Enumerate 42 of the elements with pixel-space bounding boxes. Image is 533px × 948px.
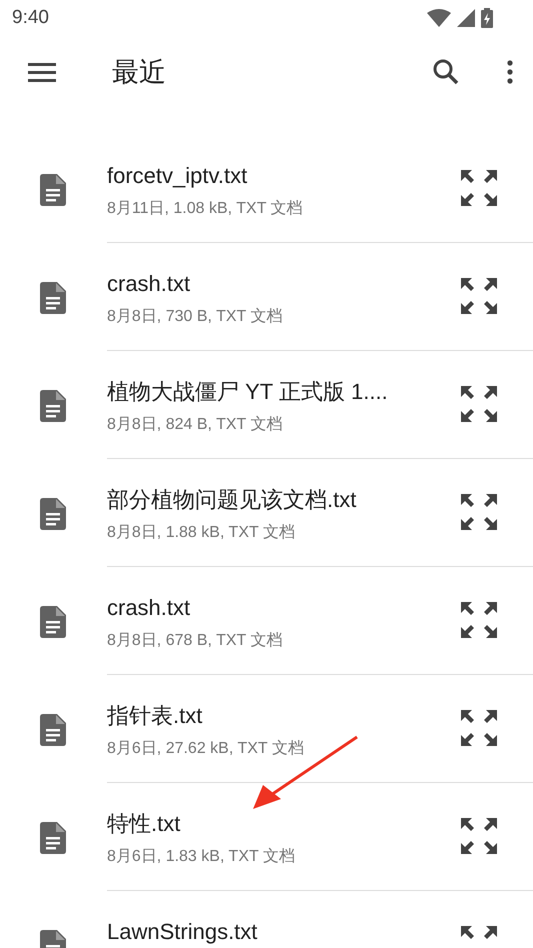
expand-button[interactable] [461, 710, 497, 746]
expand-button[interactable] [461, 494, 497, 530]
file-name: crash.txt [107, 594, 190, 622]
file-name: 指针表.txt [107, 702, 202, 730]
file-row[interactable]: forcetv_iptv.txt 8月11日, 1.08 kB, TXT 文档 [0, 134, 533, 242]
document-icon [40, 390, 66, 422]
status-time: 9:40 [12, 7, 49, 29]
file-name: 部分植物问题见该文档.txt [107, 486, 356, 514]
file-details: 8月6日, 1.83 kB, TXT 文档 [107, 846, 295, 867]
file-row[interactable]: 指针表.txt 8月6日, 27.62 kB, TXT 文档 [0, 674, 533, 782]
document-icon [40, 822, 66, 854]
file-details: 8月8日, 678 B, TXT 文档 [107, 630, 282, 651]
expand-button[interactable] [461, 278, 497, 314]
expand-button[interactable] [461, 170, 497, 206]
file-details: 8月8日, 730 B, TXT 文档 [107, 306, 282, 327]
file-details: 8月8日, 824 B, TXT 文档 [107, 414, 282, 435]
file-row[interactable]: 部分植物问题见该文档.txt 8月8日, 1.88 kB, TXT 文档 [0, 458, 533, 566]
file-name: crash.txt [107, 270, 190, 298]
file-row[interactable]: crash.txt 8月8日, 730 B, TXT 文档 [0, 242, 533, 350]
expand-button[interactable] [461, 386, 497, 422]
file-row[interactable]: crash.txt 8月8日, 678 B, TXT 文档 [0, 566, 533, 674]
battery-charging-icon [481, 8, 493, 28]
document-icon [40, 606, 66, 638]
file-name: 植物大战僵尸 YT 正式版 1.... [107, 378, 388, 406]
file-name: LawnStrings.txt [107, 918, 258, 946]
file-name: 特性.txt [107, 810, 180, 838]
wifi-icon [427, 9, 451, 27]
expand-button[interactable] [461, 602, 497, 638]
expand-button[interactable] [461, 818, 497, 854]
signal-icon [457, 9, 475, 27]
app-bar-title: 最近 [112, 56, 167, 89]
file-details: 8月6日, 27.62 kB, TXT 文档 [107, 738, 304, 759]
file-row[interactable]: 植物大战僵尸 YT 正式版 1.... 8月8日, 824 B, TXT 文档 [0, 350, 533, 458]
file-name: forcetv_iptv.txt [107, 162, 248, 190]
more-options-icon [507, 60, 513, 84]
document-icon [40, 714, 66, 746]
file-row[interactable]: LawnStrings.txt [0, 890, 533, 948]
document-icon [40, 498, 66, 530]
file-details: 8月11日, 1.08 kB, TXT 文档 [107, 198, 303, 219]
document-icon [40, 282, 66, 314]
file-details: 8月8日, 1.88 kB, TXT 文档 [107, 522, 295, 543]
document-icon [40, 174, 66, 206]
